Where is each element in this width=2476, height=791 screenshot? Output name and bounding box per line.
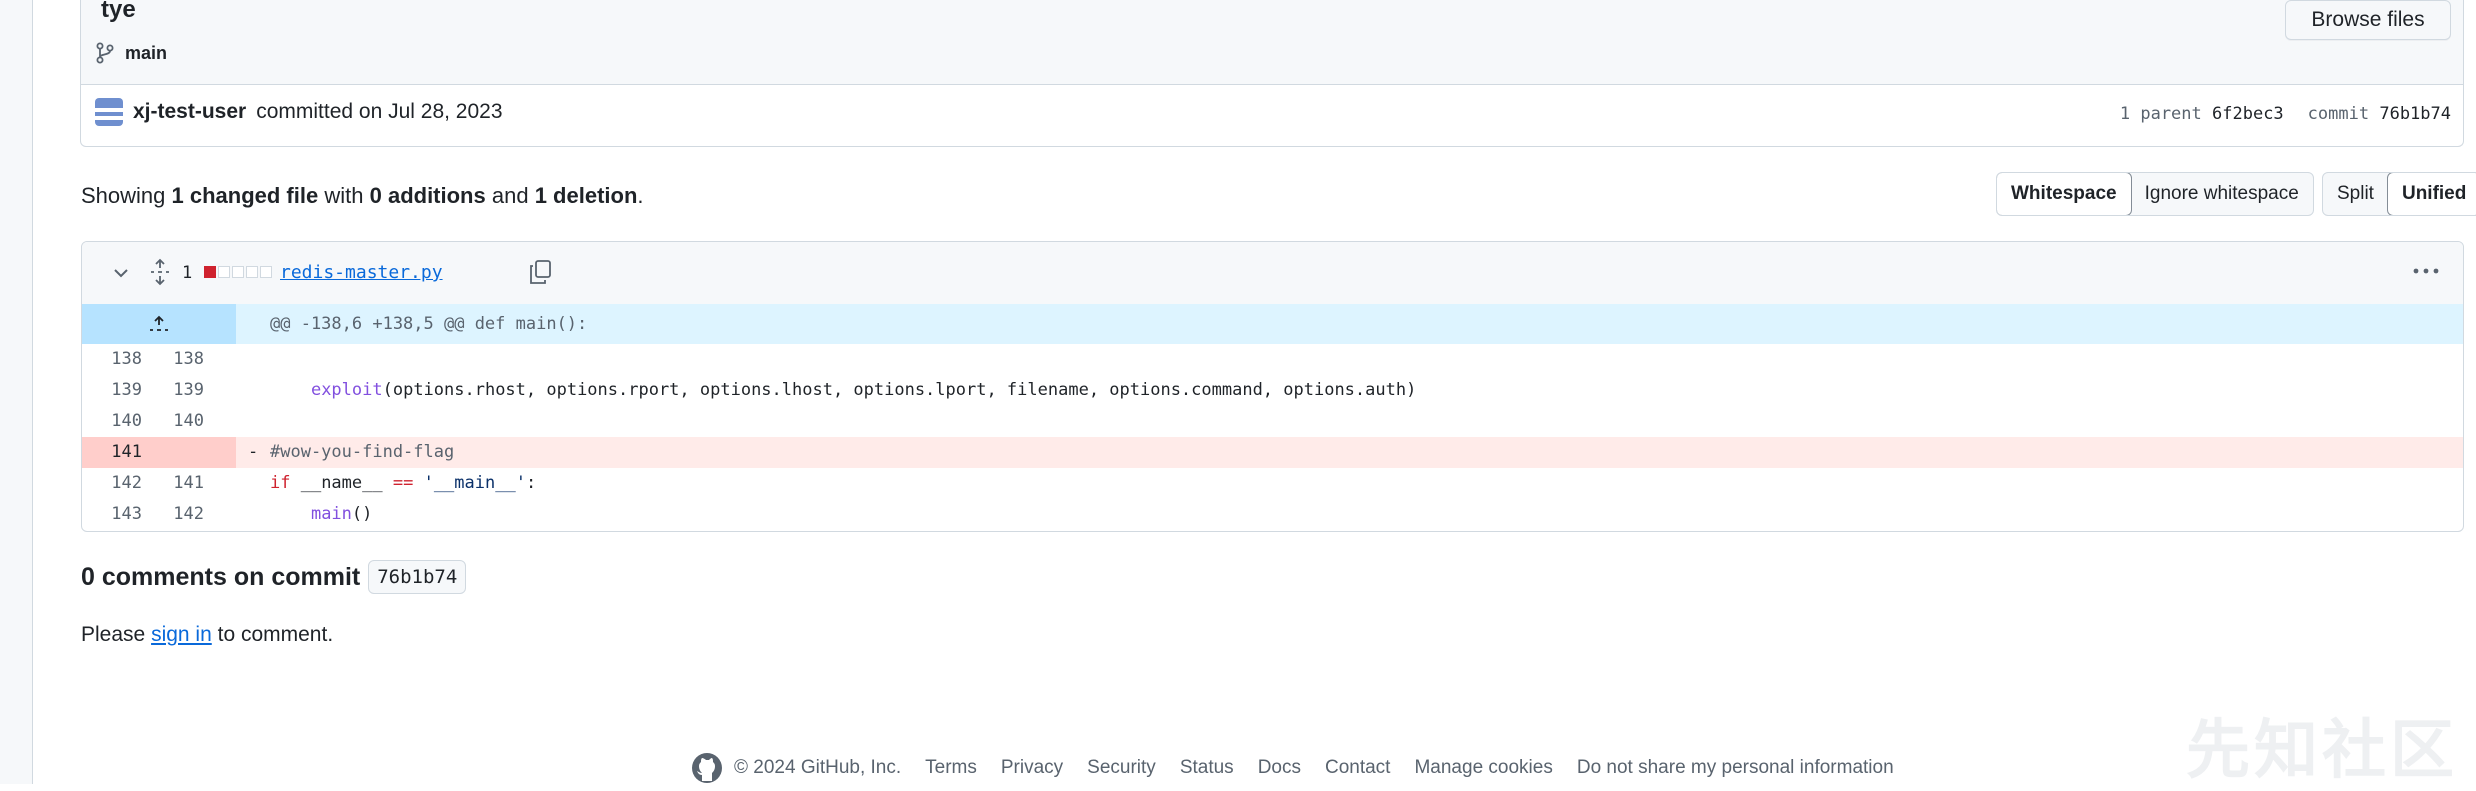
summary-text: Showing [81,183,166,208]
code-line: if __name__ == '__main__': [270,473,537,493]
old-line-number[interactable]: 141 [82,442,142,462]
changed-files-count: 1 changed file [171,183,319,208]
author-row: xj-test-user committed on Jul 28, 2023 [95,98,503,126]
committed-date: committed on Jul 28, 2023 [256,100,503,123]
commit-sha-chip: 76b1b74 [368,560,467,594]
additions-count: 0 additions [369,183,486,208]
new-line-number[interactable]: 139 [144,380,204,400]
hunk-header-row: @@ -138,6 +138,5 @@ def main(): [82,304,2463,344]
old-line-number[interactable]: 142 [82,473,142,493]
deletions-count: 1 deletion [534,183,638,208]
watermark: 先知社区 [2186,714,2458,786]
github-logo-icon[interactable] [690,751,724,785]
diffstat-square [260,266,272,278]
commit-header: tye main Browse files xj-test-user commi… [80,0,2464,147]
commit-meta: 1 parent 6f2bec3 commit 76b1b74 [2120,104,2451,124]
diffstat-square [218,266,230,278]
author-name[interactable]: xj-test-user [133,100,246,124]
diff-line: 140 140 [82,406,2463,437]
branch-name: main [125,42,168,63]
view-toggle: Split Unified [2322,172,2476,216]
code-line: exploit(options.rhost, options.rport, op… [310,380,1417,400]
diff-line: 142 141 if __name__ == '__main__': [82,468,2463,499]
footer-link-security[interactable]: Security [1087,757,1156,779]
expand-up-icon [150,315,168,331]
file-name-link[interactable]: redis-master.py [280,262,443,283]
commit-title: tye [101,0,136,23]
split-view-button[interactable]: Split [2323,173,2388,215]
summary-text: and [491,183,529,208]
diff-file: 1 redis-master.py @@ -138,6 +138,5 @@ de… [81,241,2464,532]
footer-link-docs[interactable]: Docs [1258,757,1301,779]
footer-link-status[interactable]: Status [1180,757,1234,779]
site-footer: © 2024 GitHub, Inc. Terms Privacy Securi… [690,752,1894,784]
whitespace-toggle: Whitespace Ignore whitespace [1996,172,2314,216]
old-line-number[interactable]: 138 [82,349,142,369]
browse-files-button[interactable]: Browse files [2285,0,2451,40]
diff-summary: Showing 1 changed file with 0 additions … [81,183,644,209]
old-line-number[interactable]: 140 [82,411,142,431]
sign-in-link[interactable]: sign in [151,623,212,646]
git-branch-icon [96,42,114,64]
sign-in-prompt: Please sign in to comment. [81,623,333,647]
unified-view-button[interactable]: Unified [2386,173,2476,215]
parent-sha-link[interactable]: 6f2bec3 [2212,104,2284,124]
avatar[interactable] [95,98,123,126]
diff-line-deletion: 141 - #wow-you-find-flag [82,437,2463,468]
diffstat-square [204,266,216,278]
expand-all-icon[interactable] [148,258,172,286]
kebab-menu-icon[interactable] [2411,264,2441,278]
hunk-header: @@ -138,6 +138,5 @@ def main(): [270,314,588,334]
footer-link-contact[interactable]: Contact [1325,757,1390,779]
new-line-number[interactable]: 142 [144,504,204,524]
old-line-number[interactable]: 143 [82,504,142,524]
new-line-number[interactable]: 141 [144,473,204,493]
new-line-number[interactable]: 138 [144,349,204,369]
deletion-sign: - [248,442,259,462]
footer-link-do-not-share[interactable]: Do not share my personal information [1577,757,1894,779]
commit-label: commit [2307,104,2370,124]
change-count: 1 [182,263,193,283]
ignore-whitespace-button[interactable]: Ignore whitespace [2131,173,2313,215]
footer-link-terms[interactable]: Terms [925,757,977,779]
expand-up-button[interactable] [82,304,236,344]
commit-sha: 76b1b74 [2379,104,2451,124]
parent-label: 1 parent [2119,104,2202,124]
comments-heading: 0 comments on commit 76b1b74 [81,560,467,594]
diff-file-header: 1 redis-master.py [82,242,2463,305]
new-line-number[interactable]: 140 [144,411,204,431]
comments-title: 0 comments on commit [81,562,361,591]
commit-title-area: tye main Browse files [81,0,2463,85]
copy-icon[interactable] [527,258,553,286]
sign-in-text: to comment. [217,623,334,646]
diff-line: 138 138 [82,344,2463,375]
summary-text: with [324,183,364,208]
sign-in-text: Please [81,623,146,646]
summary-text: . [637,183,644,208]
footer-copyright: © 2024 GitHub, Inc. [734,757,902,778]
old-line-number[interactable]: 139 [82,380,142,400]
code-line: #wow-you-find-flag [270,442,455,462]
diff-line: 139 139 exploit(options.rhost, options.r… [82,375,2463,406]
diffstat-square [246,266,258,278]
left-rail [0,0,33,784]
footer-link-manage-cookies[interactable]: Manage cookies [1414,757,1552,779]
diffstat [204,266,272,278]
whitespace-button[interactable]: Whitespace [1996,173,2132,215]
diffstat-square [232,266,244,278]
branch-indicator[interactable]: main [95,42,167,64]
footer-link-privacy[interactable]: Privacy [1001,757,1063,779]
diff-line: 143 142 main() [82,499,2463,530]
chevron-down-icon[interactable] [110,262,132,284]
code-line: main() [310,504,373,524]
